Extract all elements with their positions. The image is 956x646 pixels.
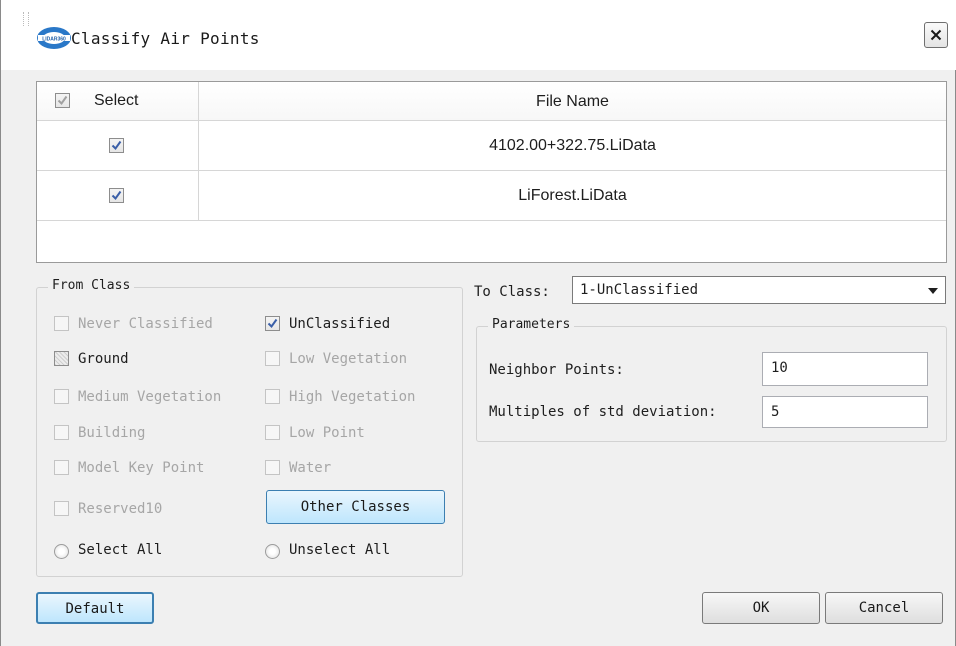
default-button[interactable]: Default (36, 592, 154, 624)
unclassified-label: UnClassified (289, 316, 391, 332)
chevron-down-icon (928, 288, 938, 294)
low-vegetation-checkbox[interactable] (265, 351, 280, 366)
to-class-value: 1-UnClassified (580, 282, 699, 298)
class-option-building[interactable]: Building (54, 423, 244, 443)
building-label: Building (78, 425, 146, 441)
std-deviation-label: Multiples of std deviation: (489, 404, 717, 420)
model-key-point-checkbox[interactable] (54, 460, 69, 475)
check-icon (111, 140, 122, 151)
check-icon (267, 318, 278, 329)
class-option-never-classified[interactable]: Never Classified (54, 314, 244, 334)
classify-air-points-dialog: LIDAR360 Classify Air Points Select File… (0, 0, 956, 646)
check-icon (111, 190, 122, 201)
row-select-cell (37, 121, 199, 170)
model-key-point-label: Model Key Point (78, 460, 205, 476)
medium-vegetation-label: Medium Vegetation (78, 389, 222, 405)
table-header: Select File Name (37, 82, 946, 121)
std-deviation-input[interactable]: 5 (762, 396, 928, 428)
select-all-radio[interactable] (54, 544, 69, 559)
unclassified-checkbox[interactable] (265, 316, 280, 331)
high-vegetation-label: High Vegetation (289, 389, 416, 405)
neighbor-points-label: Neighbor Points: (489, 362, 624, 378)
class-option-unclassified[interactable]: UnClassified (265, 314, 455, 334)
file-name-cell: LiForest.LiData (518, 187, 627, 204)
reserved10-label: Reserved10 (78, 501, 163, 517)
low-point-label: Low Point (289, 425, 365, 441)
file-name-header[interactable]: File Name (199, 82, 946, 121)
unselect-all-label[interactable]: Unselect All (289, 542, 390, 558)
never-classified-checkbox[interactable] (54, 316, 69, 331)
class-option-reserved10[interactable]: Reserved10 (54, 499, 244, 519)
class-option-low-vegetation[interactable]: Low Vegetation (265, 349, 455, 369)
to-class-label: To Class: (474, 284, 550, 300)
neighbor-points-input[interactable]: 10 (762, 352, 928, 386)
check-icon (57, 95, 68, 106)
table-row[interactable]: LiForest.LiData (37, 171, 946, 221)
to-class-select[interactable]: 1-UnClassified (572, 276, 946, 304)
row-checkbox[interactable] (109, 188, 124, 203)
table-row[interactable]: 4102.00+322.75.LiData (37, 121, 946, 171)
close-button[interactable] (924, 22, 948, 48)
unselect-all-radio[interactable] (265, 544, 280, 559)
title-bar: LIDAR360 Classify Air Points (1, 0, 956, 70)
class-option-low-point[interactable]: Low Point (265, 423, 455, 443)
neighbor-points-value: 10 (771, 360, 788, 376)
ground-checkbox[interactable] (54, 351, 69, 366)
select-all-files-checkbox[interactable] (55, 93, 70, 108)
class-option-high-vegetation[interactable]: High Vegetation (265, 387, 455, 407)
select-all-label[interactable]: Select All (78, 542, 162, 558)
cancel-button[interactable]: Cancel (825, 592, 943, 624)
parameters-legend: Parameters (488, 317, 575, 332)
row-select-cell (37, 171, 199, 220)
class-option-ground[interactable]: Ground (54, 349, 244, 369)
class-option-water[interactable]: Water (265, 458, 455, 478)
other-classes-button[interactable]: Other Classes (266, 490, 445, 524)
reserved10-checkbox[interactable] (54, 501, 69, 516)
from-class-legend: From Class (48, 278, 135, 293)
select-header-label: Select (94, 92, 139, 109)
file-table: Select File Name 4102.00+322.75.LiData L… (36, 81, 947, 263)
file-name-cell: 4102.00+322.75.LiData (489, 137, 656, 154)
svg-text:LIDAR360: LIDAR360 (42, 37, 66, 43)
building-checkbox[interactable] (54, 425, 69, 440)
never-classified-label: Never Classified (78, 316, 213, 332)
close-icon (930, 29, 942, 41)
high-vegetation-checkbox[interactable] (265, 389, 280, 404)
lidar-logo-icon: LIDAR360 (37, 27, 71, 49)
drag-grip-icon[interactable] (23, 12, 29, 26)
ground-label: Ground (78, 351, 129, 367)
ok-button[interactable]: OK (702, 592, 820, 624)
water-checkbox[interactable] (265, 460, 280, 475)
row-checkbox[interactable] (109, 138, 124, 153)
medium-vegetation-checkbox[interactable] (54, 389, 69, 404)
low-point-checkbox[interactable] (265, 425, 280, 440)
window-title: Classify Air Points (71, 29, 260, 48)
std-deviation-value: 5 (771, 404, 780, 420)
class-option-medium-vegetation[interactable]: Medium Vegetation (54, 387, 254, 407)
class-option-model-key-point[interactable]: Model Key Point (54, 458, 244, 478)
select-column-header: Select (37, 82, 199, 121)
water-label: Water (289, 460, 332, 476)
low-vegetation-label: Low Vegetation (289, 351, 408, 367)
